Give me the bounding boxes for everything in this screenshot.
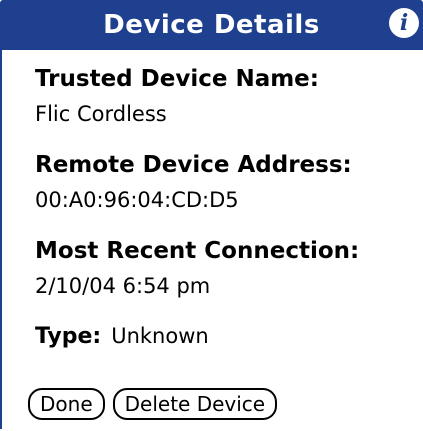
device-details-content: Trusted Device Name: Flic Cordless Remot…: [35, 64, 415, 352]
address-section: Remote Device Address: 00:A0:96:04:CD:D5: [35, 150, 415, 214]
info-icon[interactable]: i: [389, 8, 419, 38]
dialog-title: Device Details: [103, 10, 320, 40]
trusted-name-section: Trusted Device Name: Flic Cordless: [35, 64, 415, 128]
type-label: Type:: [35, 324, 102, 349]
recent-connection-value: 2/10/04 6:54 pm: [35, 274, 211, 298]
recent-connection-label: Most Recent Connection:: [35, 238, 360, 264]
trusted-name-label: Trusted Device Name:: [35, 66, 319, 92]
done-button[interactable]: Done: [28, 388, 105, 420]
button-row: Done Delete Device: [28, 388, 278, 420]
trusted-name-value: Flic Cordless: [35, 102, 167, 126]
address-label: Remote Device Address:: [35, 152, 352, 178]
type-row: Type: Unknown: [35, 322, 415, 352]
address-value: 00:A0:96:04:CD:D5: [35, 188, 239, 212]
delete-device-button[interactable]: Delete Device: [112, 388, 278, 420]
recent-connection-section: Most Recent Connection: 2/10/04 6:54 pm: [35, 236, 415, 300]
type-value: Unknown: [111, 324, 209, 348]
title-bar: Device Details i: [0, 0, 423, 50]
